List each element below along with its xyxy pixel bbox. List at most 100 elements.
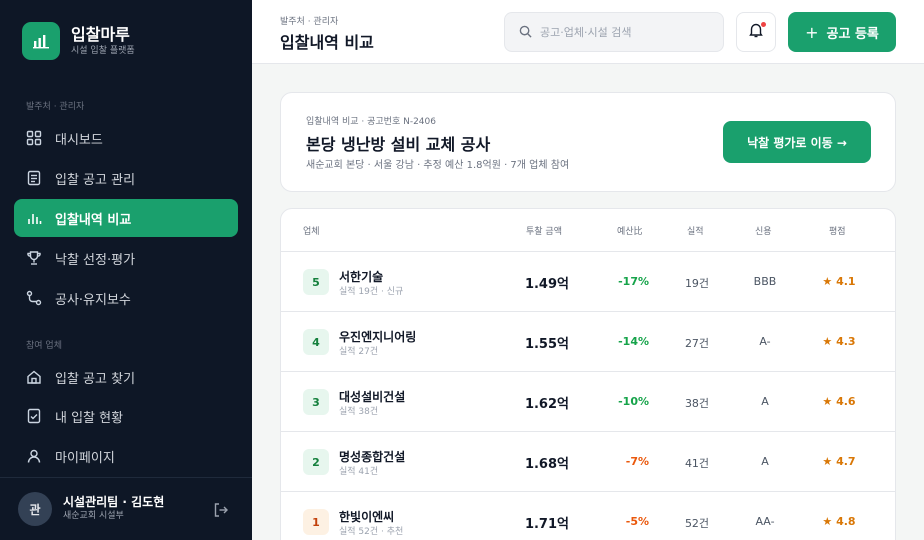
summary-breadcrumb: 입찰내역 비교 · 공고번호 N-2406 <box>306 117 436 127</box>
rating-score: ★ 4.1 <box>822 275 856 288</box>
credit-grade: A- <box>759 335 771 348</box>
sidebar-item-my-bid-status[interactable]: 내 입찰 현황 <box>14 397 238 435</box>
company-sub: 실적 52건 · 추천 <box>339 527 404 537</box>
user-org: 새순교회 시설부 <box>63 511 124 521</box>
header-rating[interactable]: 평점 <box>829 224 846 237</box>
rating-score: ★ 4.7 <box>822 455 856 468</box>
home-icon <box>26 369 42 385</box>
trophy-icon <box>26 250 42 266</box>
bid-amount: 1.68억 <box>524 457 569 472</box>
record-count: 19건 <box>684 277 710 290</box>
top-header: 발주처 · 관리자 입찰내역 비교 + 공고 등록 <box>252 0 924 64</box>
breadcrumb: 발주처 · 관리자 <box>280 17 339 27</box>
add-notice-button[interactable]: + 공고 등록 <box>788 12 896 52</box>
summary-title: 본당 냉난방 설비 교체 공사 <box>306 135 491 154</box>
bid-amount: 1.71억 <box>524 517 569 532</box>
document-icon <box>26 170 42 186</box>
rank-badge: 5 <box>303 269 329 295</box>
company-sub: 실적 27건 <box>339 347 379 357</box>
search-box[interactable] <box>504 12 724 52</box>
section-label-participants: 참여 업체 <box>26 341 62 351</box>
section-label-admin: 발주처 · 관리자 <box>26 102 85 112</box>
company-name: 서한기술 <box>339 270 384 284</box>
record-count: 38건 <box>684 397 710 410</box>
company-name: 우진엔지니어링 <box>339 330 417 344</box>
table-row[interactable]: 4 우진엔지니어링 실적 27건 1.55억 -14% 27건 A- ★ 4.3 <box>281 312 895 372</box>
budget-ratio: -5% <box>625 515 649 528</box>
go-to-evaluation-button[interactable]: 낙찰 평가로 이동 → <box>723 121 871 163</box>
add-notice-label: 공고 등록 <box>826 26 879 42</box>
company-sub: 실적 41건 <box>339 467 379 477</box>
budget-ratio: -14% <box>618 335 649 348</box>
budget-ratio: -7% <box>625 455 649 468</box>
company-name: 한빛이엔씨 <box>339 510 395 524</box>
table-row[interactable]: 5 서한기술 실적 19건 · 신규 1.49억 -17% 19건 BBB ★ … <box>281 252 895 312</box>
table-row[interactable]: 3 대성설비건설 실적 38건 1.62억 -10% 38건 A ★ 4.6 <box>281 372 895 432</box>
avatar: 관 <box>18 492 52 526</box>
company-sub: 실적 19건 · 신규 <box>339 287 404 297</box>
user-name: 시설관리팀 · 김도현 <box>63 495 165 509</box>
brand[interactable]: 입찰마루 시설 입찰 플랫폼 <box>22 22 135 60</box>
company-name: 명성종합건설 <box>339 450 406 464</box>
sidebar-divider <box>0 477 252 478</box>
rating-score: ★ 4.8 <box>822 515 856 528</box>
header-credit[interactable]: 신용 <box>755 224 772 237</box>
budget-ratio: -10% <box>618 395 649 408</box>
sidebar-item-my-page[interactable]: 마이페이지 <box>14 437 238 475</box>
sidebar: 입찰마루 시설 입찰 플랫폼 발주처 · 관리자 대시보드 입찰 공고 관리 입… <box>0 0 252 540</box>
rating-score: ★ 4.6 <box>822 395 856 408</box>
brand-subtitle: 시설 입찰 플랫폼 <box>71 46 135 56</box>
bid-comparison-table: 업체 투찰 금액 예산比 실적 신용 평점 5 서한기술 실적 19건 · 신규… <box>280 208 896 540</box>
header-record[interactable]: 실적 <box>687 224 704 237</box>
sidebar-item-label: 대시보드 <box>55 132 103 148</box>
header-bid-amount[interactable]: 투찰 금액 <box>526 224 562 237</box>
plus-icon: + <box>805 22 819 42</box>
rating-score: ★ 4.3 <box>822 335 856 348</box>
rank-badge: 4 <box>303 329 329 355</box>
sidebar-item-label: 공사·유지보수 <box>55 292 131 308</box>
sidebar-item-find-bid-notice[interactable]: 입찰 공고 찾기 <box>14 358 238 396</box>
table-header: 업체 투찰 금액 예산比 실적 신용 평점 <box>281 209 895 252</box>
rank-badge: 1 <box>303 509 329 535</box>
company-sub: 실적 38건 <box>339 407 379 417</box>
checklist-icon <box>26 408 42 424</box>
company-name: 대성설비건설 <box>339 390 406 404</box>
sidebar-item-label: 내 입찰 현황 <box>55 410 124 426</box>
sidebar-item-label: 입찰 공고 찾기 <box>55 371 136 387</box>
notification-dot <box>761 22 766 27</box>
user-profile[interactable]: 관 시설관리팀 · 김도현 새순교회 시설부 <box>18 492 164 526</box>
brand-name: 입찰마루 <box>71 25 130 44</box>
bid-amount: 1.49억 <box>524 277 569 292</box>
sidebar-item-label: 입찰내역 비교 <box>55 212 132 228</box>
logout-icon[interactable] <box>212 501 230 519</box>
route-icon <box>26 290 42 306</box>
sidebar-item-label: 마이페이지 <box>55 450 115 466</box>
bid-amount: 1.55억 <box>524 337 569 352</box>
dashboard-icon <box>26 130 42 146</box>
record-count: 41건 <box>684 457 710 470</box>
bid-amount: 1.62억 <box>524 397 569 412</box>
record-count: 27건 <box>684 337 710 350</box>
credit-grade: A <box>761 455 769 468</box>
user-icon <box>26 448 42 464</box>
sidebar-item-dashboard[interactable]: 대시보드 <box>14 119 238 157</box>
table-row[interactable]: 1 한빛이엔씨 실적 52건 · 추천 1.71억 -5% 52건 AA- ★ … <box>281 492 895 540</box>
sidebar-item-label: 낙찰 선정·평가 <box>55 252 136 268</box>
sidebar-item-bid-comparison[interactable]: 입찰내역 비교 <box>14 199 238 237</box>
summary-meta: 새순교회 본당 · 서울 강남 · 추정 예산 1.8억원 · 7개 업체 참여 <box>306 160 570 171</box>
header-budget-ratio[interactable]: 예산比 <box>617 224 643 237</box>
sidebar-item-construction-maintenance[interactable]: 공사·유지보수 <box>14 279 238 317</box>
table-row[interactable]: 2 명성종합건설 실적 41건 1.68억 -7% 41건 A ★ 4.7 <box>281 432 895 492</box>
search-icon <box>519 23 532 42</box>
sidebar-item-label: 입찰 공고 관리 <box>55 172 136 188</box>
header-company[interactable]: 업체 <box>303 224 320 237</box>
bar-chart-logo-icon <box>22 22 60 60</box>
sidebar-item-award-evaluation[interactable]: 낙찰 선정·평가 <box>14 239 238 277</box>
sidebar-item-bid-notice-management[interactable]: 입찰 공고 관리 <box>14 159 238 197</box>
notification-button[interactable] <box>736 12 776 52</box>
credit-grade: BBB <box>753 275 777 288</box>
credit-grade: A <box>761 395 769 408</box>
budget-ratio: -17% <box>618 275 649 288</box>
search-input[interactable] <box>540 25 710 39</box>
rank-badge: 2 <box>303 449 329 475</box>
